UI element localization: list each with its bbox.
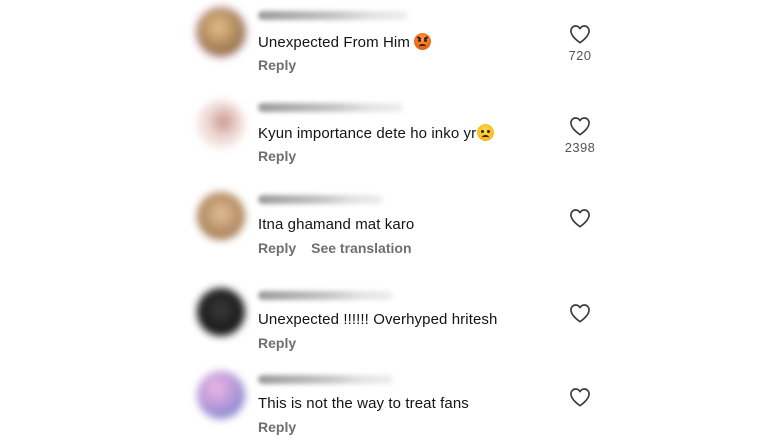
like-count: 720 [568, 48, 592, 63]
comment-text: Itna ghamand mat karo [258, 216, 414, 233]
comment-item: Unexpected !!!!!! Overhyped hritesh Repl… [195, 280, 595, 360]
comment-text: Unexpected !!!!!! Overhyped hritesh [258, 311, 497, 328]
comment-actions: Reply [258, 419, 311, 435]
angry-face-icon [413, 33, 431, 50]
heart-icon[interactable] [569, 387, 591, 407]
like-control [555, 387, 605, 407]
username-blurred[interactable] [258, 375, 393, 384]
comment-item: This is not the way to treat fans Reply [195, 365, 595, 441]
like-count: 2398 [564, 140, 596, 155]
heart-icon[interactable] [569, 208, 591, 228]
like-control: 720 [555, 24, 605, 63]
reply-button[interactable]: Reply [258, 148, 296, 164]
comment-text-content: Unexpected From Him [258, 34, 410, 51]
comment-item: Kyun importance dete ho inko yr Reply 23… [195, 92, 595, 172]
comment-text: Kyun importance dete ho inko yr [258, 124, 495, 142]
comment-item: Unexpected From Him Reply 720 [195, 0, 595, 80]
heart-icon[interactable] [569, 24, 591, 44]
see-translation-button[interactable]: See translation [311, 240, 411, 256]
avatar[interactable] [197, 8, 245, 56]
comment-actions: Reply See translation [258, 240, 427, 256]
username-blurred[interactable] [258, 291, 393, 300]
heart-icon[interactable] [569, 303, 591, 323]
comment-actions: Reply [258, 148, 311, 164]
username-blurred[interactable] [258, 195, 383, 204]
comment-text-content: Itna ghamand mat karo [258, 216, 415, 233]
avatar[interactable] [197, 192, 245, 240]
like-control [555, 303, 605, 323]
comment-actions: Reply [258, 335, 311, 351]
avatar[interactable] [197, 371, 245, 419]
comment-text-content: This is not the way to treat fans [258, 395, 469, 412]
comment-text-content: Kyun importance dete ho inko yr [258, 125, 477, 142]
like-control: 2398 [555, 116, 605, 155]
comment-text: This is not the way to treat fans [258, 395, 469, 412]
avatar[interactable] [197, 100, 245, 148]
comments-panel: Unexpected From Him Reply 720 Kyun impor… [0, 0, 784, 441]
comment-item: Itna ghamand mat karo Reply See translati… [195, 184, 595, 264]
username-blurred[interactable] [258, 103, 403, 112]
avatar[interactable] [197, 288, 245, 336]
reply-button[interactable]: Reply [258, 57, 296, 73]
like-control [555, 208, 605, 228]
sad-face-icon [477, 124, 495, 141]
comment-text: Unexpected From Him [258, 33, 431, 51]
comment-actions: Reply [258, 57, 311, 73]
reply-button[interactable]: Reply [258, 419, 296, 435]
username-blurred[interactable] [258, 11, 408, 20]
heart-icon[interactable] [569, 116, 591, 136]
comment-text-content: Unexpected !!!!!! Overhyped hritesh [258, 311, 498, 328]
reply-button[interactable]: Reply [258, 240, 296, 256]
reply-button[interactable]: Reply [258, 335, 296, 351]
